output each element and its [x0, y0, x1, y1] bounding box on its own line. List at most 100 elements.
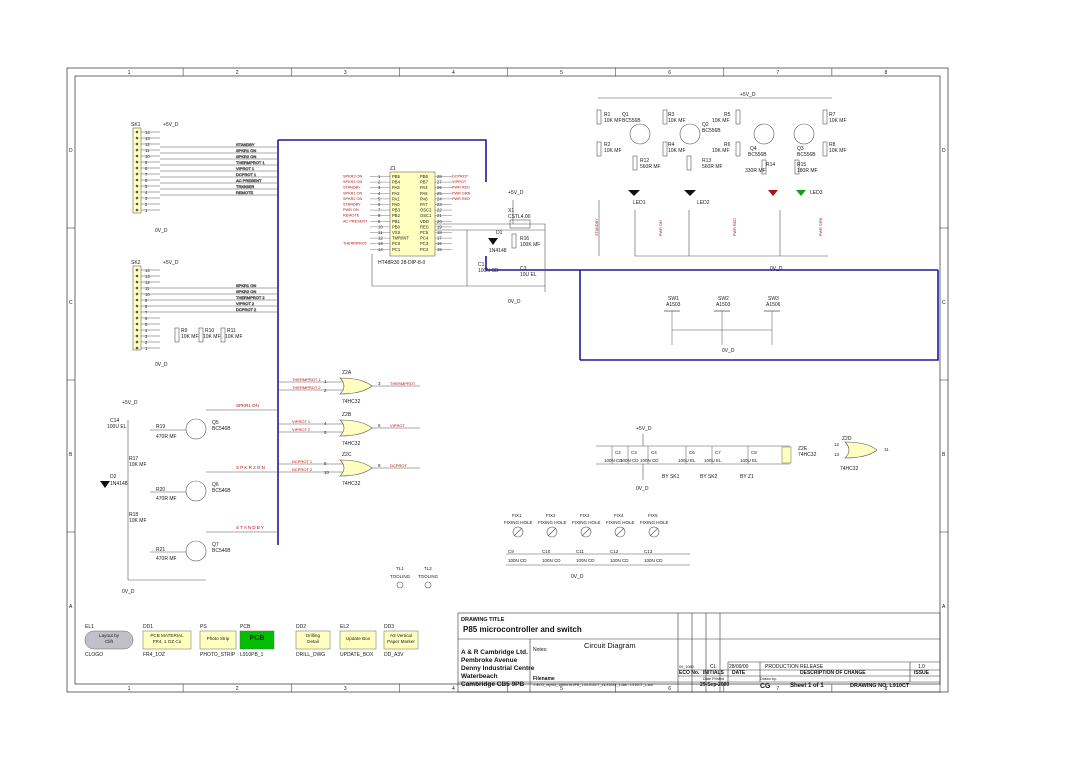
z1-right-net-label: PWR RED	[452, 197, 470, 201]
box-ref: DD3	[384, 624, 394, 630]
microcontroller-z1: Z1 HT48R30 28-DIP-8-0 1 PB52 PB43 PA34 PA25 P…	[343, 166, 546, 305]
prot-ground: 0V_D	[122, 589, 135, 595]
fixing-hole-slash	[581, 527, 591, 537]
connector-pin-dot	[135, 304, 139, 308]
gate-output-net: THERMPROT	[390, 381, 416, 386]
eco-header: ECO No.	[679, 670, 700, 676]
z1-right-net-label: PWR GRN	[452, 191, 471, 195]
connector-pin-dot	[135, 280, 139, 284]
connector-pin-number: 2	[145, 202, 148, 207]
switch-part: A1503	[666, 302, 681, 308]
net-label: VIPROT 1	[236, 166, 255, 171]
led-net-label: PWR ON	[659, 220, 663, 236]
connector-pin-number: 8	[145, 304, 148, 309]
q6-val: BC546B	[212, 488, 231, 494]
z1-pin-name: PB6	[420, 174, 429, 179]
z1-left-net-label: PWR ON	[343, 208, 359, 212]
z1-pin-name: PC5	[420, 230, 429, 235]
led-net-label: PWR RED	[733, 218, 737, 236]
cap-value: 100N CD	[576, 558, 595, 563]
gate-input-net: THERMPROT 2	[292, 385, 321, 390]
frame-col-label-bottom: 4	[452, 686, 455, 692]
switch-ground: 0V_D	[722, 348, 735, 354]
r21-val: 470R MF	[156, 556, 177, 562]
fixing-hole-slash	[513, 527, 523, 537]
z1-left-net-label: SPKR2 ON	[343, 197, 362, 201]
z1-pin-name: TMR/INT	[392, 236, 409, 241]
net-label: SPKR1 ON	[236, 283, 256, 288]
z1-pin-name: PA2	[392, 191, 400, 196]
box-subtitle: DD_A3V	[384, 652, 404, 658]
address-4: Cambridge CB5 9PB	[461, 681, 525, 688]
schematic-sheet: 1122334455667788D DC CB BA A 141312111098765…	[66, 67, 949, 693]
box-ref: EL2	[340, 624, 349, 630]
r11-val: 10K MF	[225, 334, 243, 340]
fixing-holes: FIX1 FIXING HOLE FIX2 FIXING HOLE FIX3 FIXING…	[504, 513, 669, 538]
connector-pin-number: 13	[145, 136, 150, 141]
connector-pin-dot	[135, 268, 139, 272]
led-ground: 0V_D	[770, 266, 783, 272]
net-label: TRIGGER	[236, 184, 254, 189]
connector-pin-dot	[135, 136, 139, 140]
connector-pin-number: 12	[145, 280, 150, 285]
z1-left-net-label: STANDBY	[343, 186, 361, 190]
d1-val: 1N4148	[489, 248, 507, 254]
led2-ref: LED2	[697, 200, 710, 206]
z1-pin-name: PA7	[420, 202, 428, 207]
net-spkr1-left: SPKR1 ON	[236, 403, 259, 408]
frame-ticks: 1122334455667788D DC CB BA A	[67, 68, 948, 692]
r1-val: 10K MF	[604, 118, 622, 124]
box-subtitle: PHOTO_STRIP	[200, 652, 236, 658]
c14-val: 100U EL	[107, 424, 127, 430]
outer-frame	[66, 67, 949, 693]
frame-col-label-top: 1	[128, 70, 131, 76]
date-printed-label: Date Printed	[703, 677, 724, 681]
r4-val: 10K MF	[668, 148, 686, 154]
fixing-hole-ref: FIX2	[546, 513, 556, 518]
or-gate	[339, 419, 373, 437]
cap-ref: C4	[651, 450, 657, 455]
description-header: DESCRIPTION OF CHANGE	[800, 670, 866, 676]
address-1: Pembroke Avenue	[461, 657, 518, 664]
cap-value: 100N CD	[508, 558, 527, 563]
x1-val: CSTL4.00	[508, 214, 531, 220]
z1-pin-name: PC0	[392, 241, 401, 246]
dec-ground: 0V_D	[636, 486, 649, 492]
net-label: DCPROT 1	[236, 172, 257, 177]
cap-ref: C6	[689, 450, 695, 455]
led-section: +5V_D 0V_D R1 10K MF R2 10K MF R3 10K MF…	[595, 92, 847, 272]
connector-pin-number: 3	[145, 334, 148, 339]
gate-pin: 10	[324, 470, 330, 475]
fixing-hole-slash	[615, 527, 625, 537]
fixing-hole-label: FIXING HOLE	[606, 520, 635, 525]
connector-pin-dot	[135, 292, 139, 296]
r17-val: 10K MF	[129, 462, 147, 468]
z1-pin-name: OSC2	[420, 208, 432, 213]
r19-val: 470R MF	[156, 434, 177, 440]
z1-left-net-label: REMOTE	[343, 214, 360, 218]
connector-pin-dot	[135, 184, 139, 188]
connector-pin-dot	[135, 178, 139, 182]
connector-pin-number: 6	[145, 178, 148, 183]
net-label: SPKR2 ON	[236, 289, 256, 294]
frame-row-label-right: A	[942, 604, 946, 610]
q5-val: BC546B	[212, 426, 231, 432]
z1-pin-name: PA0	[392, 202, 400, 207]
frame-row-label-left: D	[69, 148, 73, 154]
net-label: STANDBY	[236, 142, 255, 147]
gate-pin: 1	[324, 379, 327, 384]
connector-pin-number: 6	[145, 316, 148, 321]
z1-pin-name: OSC1	[420, 213, 432, 218]
box-ref: DD2	[296, 624, 306, 630]
drawn-by-label: Drawn by:	[760, 677, 777, 681]
gate-output-net: VIPROT	[390, 423, 405, 428]
gate-part: 74HC32	[840, 466, 859, 472]
gate-pin: 13	[834, 452, 840, 457]
bus-lines	[277, 139, 939, 545]
box-subtitle: DRILL_DWG	[296, 652, 325, 658]
cap-ref: C2	[615, 450, 621, 455]
led3-ref: LED3	[810, 190, 823, 196]
z1-pin-name: PA1	[392, 196, 400, 201]
gate-pin: 12	[834, 442, 840, 447]
cap-value: 100N CD	[644, 558, 663, 563]
